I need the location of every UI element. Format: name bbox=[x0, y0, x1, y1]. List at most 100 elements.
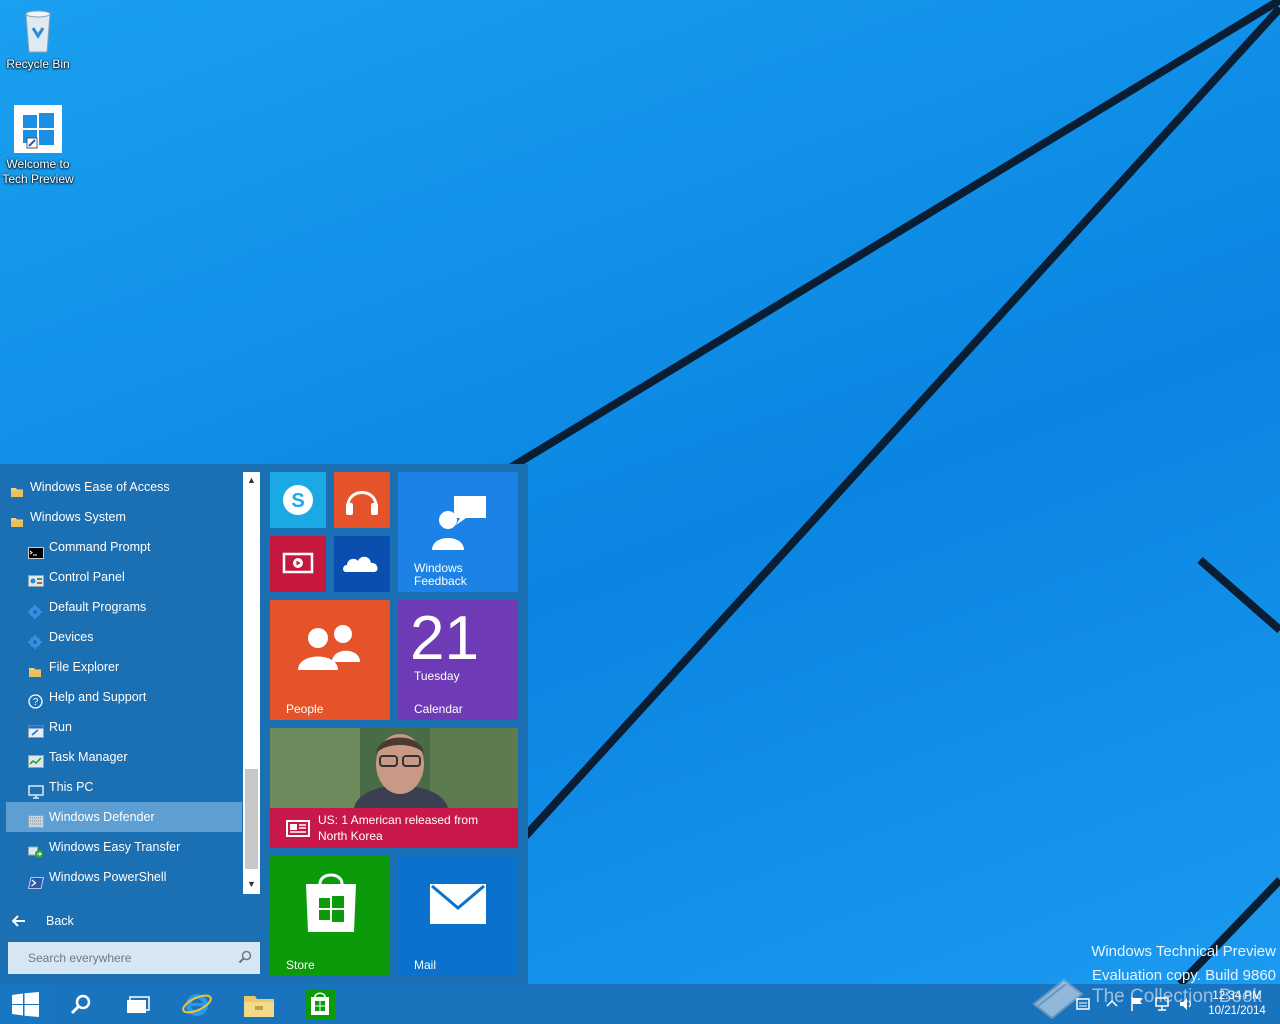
powershell-icon bbox=[27, 870, 45, 889]
file-explorer-button[interactable] bbox=[232, 984, 286, 1024]
feedback-icon bbox=[432, 496, 486, 550]
app-item-command-prompt[interactable]: Command Prompt bbox=[6, 532, 242, 562]
feedback-label: Windows Feedback bbox=[414, 561, 467, 588]
folder-icon bbox=[28, 660, 42, 677]
gear-icon bbox=[28, 630, 42, 649]
recycle-bin-label: Recycle Bin bbox=[6, 57, 70, 71]
news-photo bbox=[270, 728, 518, 808]
taskbar: The Collection Book 12:34 PM 10/21/2014 bbox=[0, 978, 1280, 1024]
music-tile[interactable] bbox=[334, 472, 390, 528]
back-label: Back bbox=[46, 914, 74, 928]
windows-feedback-tile[interactable]: Windows Feedback bbox=[398, 472, 518, 592]
recycle-bin-icon[interactable]: Recycle Bin bbox=[0, 6, 76, 72]
app-item-task-manager[interactable]: Task Manager bbox=[6, 742, 242, 772]
action-center-icon[interactable] bbox=[1076, 998, 1090, 1010]
control-panel-icon bbox=[28, 570, 44, 587]
clock[interactable]: 12:34 PM 10/21/2014 bbox=[1196, 989, 1278, 1019]
store-icon bbox=[305, 989, 335, 1019]
app-label: Help and Support bbox=[49, 690, 147, 704]
search-input[interactable]: Search everywhere bbox=[8, 942, 260, 974]
welcome-tech-preview-icon[interactable]: Welcome to Tech Preview bbox=[0, 104, 76, 187]
start-button[interactable] bbox=[0, 984, 50, 1024]
calendar-weekday: Tuesday bbox=[414, 669, 460, 683]
app-label: Devices bbox=[49, 630, 94, 644]
app-label: Run bbox=[49, 720, 72, 734]
app-item-windows-powershell[interactable]: Windows PowerShell bbox=[6, 862, 242, 892]
network-icon[interactable] bbox=[1154, 996, 1170, 1012]
app-item-help-and-support[interactable]: ? Help and Support bbox=[6, 682, 242, 712]
onedrive-tile[interactable] bbox=[334, 536, 390, 592]
app-label: Command Prompt bbox=[49, 540, 151, 554]
internet-explorer-icon bbox=[182, 994, 212, 1016]
clock-time: 12:34 PM bbox=[1212, 990, 1262, 1002]
app-item-windows-easy-transfer[interactable]: Windows Easy Transfer bbox=[6, 832, 242, 862]
app-item-default-programs[interactable]: Default Programs bbox=[6, 592, 242, 622]
defender-icon bbox=[28, 810, 44, 828]
video-icon bbox=[282, 552, 314, 574]
people-label: People bbox=[286, 702, 324, 716]
calendar-tile[interactable]: 21 Tuesday Calendar bbox=[398, 600, 518, 720]
app-item-windows-ease-of-access[interactable]: Windows Ease of Access bbox=[6, 472, 242, 502]
store-taskbar-button[interactable] bbox=[294, 984, 348, 1024]
help-icon: ? bbox=[28, 690, 43, 709]
news-tile[interactable]: US: 1 American released from North Korea bbox=[270, 728, 518, 848]
scroll-thumb[interactable] bbox=[245, 769, 258, 869]
all-apps-list: Windows Ease of Access Windows System Comm… bbox=[0, 472, 242, 890]
app-item-file-explorer[interactable]: File Explorer bbox=[6, 652, 242, 682]
evaluation-watermark: Windows Technical Preview Evaluation cop… bbox=[1091, 940, 1276, 984]
app-label: Windows Easy Transfer bbox=[49, 840, 181, 854]
gear-icon bbox=[28, 600, 42, 619]
app-item-this-pc[interactable]: This PC bbox=[6, 772, 242, 802]
app-item-devices[interactable]: Devices bbox=[6, 622, 242, 652]
show-hidden-icons-icon[interactable] bbox=[1106, 999, 1118, 1007]
folder-icon bbox=[10, 510, 24, 527]
internet-explorer-button[interactable] bbox=[170, 984, 224, 1024]
people-tile[interactable]: People bbox=[270, 600, 390, 720]
search-placeholder: Search everywhere bbox=[28, 951, 132, 965]
news-headline: US: 1 American released from North Korea bbox=[318, 813, 479, 843]
transfer-icon bbox=[28, 840, 43, 858]
skype-icon: S bbox=[283, 485, 313, 515]
scroll-up-icon[interactable]: ▲ bbox=[247, 475, 256, 485]
back-button[interactable]: Back bbox=[0, 906, 260, 936]
newspaper-icon bbox=[286, 820, 310, 837]
book-watermark-icon bbox=[1032, 978, 1084, 1020]
store-tile[interactable]: Store bbox=[270, 856, 390, 976]
app-label: Default Programs bbox=[49, 600, 147, 614]
app-label: Windows Defender bbox=[49, 810, 155, 824]
app-label: Windows System bbox=[30, 510, 126, 524]
windows-logo-icon bbox=[12, 992, 39, 1017]
mail-tile[interactable]: Mail bbox=[398, 856, 518, 976]
app-label: File Explorer bbox=[49, 660, 120, 674]
app-item-windows-defender[interactable]: Windows Defender bbox=[6, 802, 242, 832]
calendar-label: Calendar bbox=[414, 702, 463, 716]
computer-icon bbox=[28, 780, 44, 799]
search-button[interactable] bbox=[56, 984, 106, 1024]
app-label: Windows Ease of Access bbox=[30, 480, 170, 494]
folder-icon bbox=[10, 480, 24, 497]
svg-text:?: ? bbox=[33, 697, 39, 708]
app-item-windows-system[interactable]: Windows System bbox=[6, 502, 242, 532]
task-view-button[interactable] bbox=[112, 984, 162, 1024]
windows-logo-icon bbox=[14, 105, 62, 153]
mail-label: Mail bbox=[414, 958, 437, 972]
store-label: Store bbox=[286, 958, 315, 972]
skype-tile[interactable]: S bbox=[270, 472, 326, 528]
calendar-day: 21 bbox=[410, 604, 479, 673]
flag-icon[interactable] bbox=[1130, 996, 1144, 1012]
run-icon bbox=[28, 720, 44, 738]
mail-icon bbox=[430, 884, 486, 924]
folder-icon bbox=[244, 996, 274, 1017]
app-label: Control Panel bbox=[49, 570, 125, 584]
volume-icon[interactable] bbox=[1178, 996, 1194, 1012]
scroll-down-icon[interactable]: ▼ bbox=[247, 879, 256, 889]
store-icon bbox=[306, 873, 356, 932]
apps-scrollbar[interactable]: ▲ ▼ bbox=[243, 472, 260, 894]
people-icon bbox=[298, 625, 360, 670]
console-icon bbox=[28, 540, 44, 559]
app-item-run[interactable]: Run bbox=[6, 712, 242, 742]
app-label: This PC bbox=[49, 780, 94, 794]
video-tile[interactable] bbox=[270, 536, 326, 592]
app-item-control-panel[interactable]: Control Panel bbox=[6, 562, 242, 592]
welcome-label-line1: Welcome to bbox=[6, 157, 70, 171]
